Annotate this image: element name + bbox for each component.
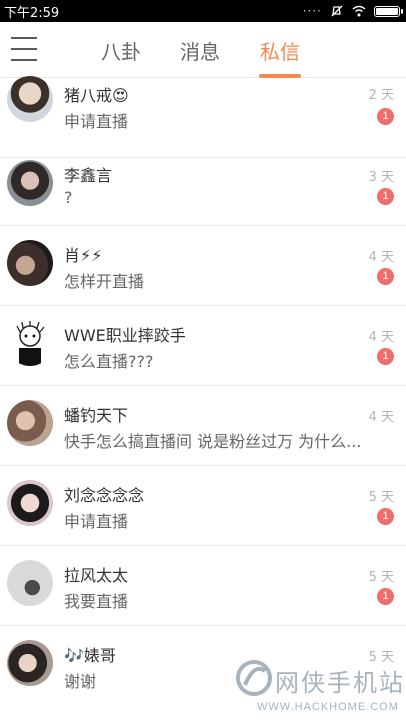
tab-private-messages[interactable]: 私信: [260, 36, 300, 65]
sender-name: 蟠钓天下: [64, 406, 129, 425]
message-preview: 怎样开直播: [64, 272, 145, 291]
list-item[interactable]: WWE职业摔跤手 怎么直播??? 4 天 1: [0, 306, 406, 386]
tab-gossip[interactable]: 八卦: [101, 36, 141, 65]
mute-icon: [331, 5, 343, 17]
signal-dots: ····: [302, 4, 322, 18]
list-item[interactable]: 拉风太太 我要直播 5 天 1: [0, 546, 406, 626]
avatar: [7, 480, 53, 526]
unread-badge: 1: [377, 268, 394, 285]
avatar: [7, 76, 53, 122]
status-icons: ····: [302, 4, 403, 18]
message-time: 5 天: [368, 570, 394, 585]
avatar: [7, 160, 53, 206]
message-preview: 我要直播: [64, 592, 129, 611]
message-time: 4 天: [368, 330, 394, 345]
message-preview: 申请直播: [64, 112, 129, 131]
sender-name: 李鑫言: [64, 166, 113, 185]
sender-name: 猪八戒😍: [64, 86, 129, 105]
message-time: 5 天: [368, 490, 394, 505]
message-preview: 快手怎么搞直播间 说是粉丝过万 为什么...: [64, 432, 362, 451]
message-time: 3 天: [368, 170, 394, 185]
status-bar: 下午2:59 ····: [0, 0, 406, 22]
cartoon-avatar-icon: [16, 321, 45, 366]
avatar: [7, 320, 53, 366]
list-item[interactable]: 李鑫言 ? 3 天 1: [0, 146, 406, 226]
unread-badge: 1: [377, 508, 394, 525]
message-time: 4 天: [368, 410, 394, 425]
unread-badge: 1: [377, 108, 394, 125]
status-time: 下午2:59: [4, 5, 60, 21]
sender-name: 拉风太太: [64, 566, 129, 585]
tab-messages[interactable]: 消息: [180, 36, 220, 65]
list-item[interactable]: 蟠钓天下 快手怎么搞直播间 说是粉丝过万 为什么... 4 天: [0, 386, 406, 466]
message-preview: 怎么直播???: [64, 352, 154, 371]
sender-name: 肖⚡⚡: [64, 246, 103, 265]
list-item[interactable]: 🎶婊哥 谢谢 5 天: [0, 626, 406, 706]
avatar: [7, 640, 53, 686]
top-nav: 八卦 消息 私信: [0, 22, 406, 78]
message-preview: 谢谢: [64, 672, 97, 691]
message-preview: ?: [64, 188, 73, 207]
list-item[interactable]: 刘念念念念 申请直播 5 天 1: [0, 466, 406, 546]
message-time: 5 天: [368, 650, 394, 665]
sender-name: WWE职业摔跤手: [64, 326, 186, 345]
avatar: [7, 240, 53, 286]
menu-icon[interactable]: [11, 37, 37, 61]
wifi-icon: [352, 5, 366, 17]
unread-badge: 1: [377, 188, 394, 205]
message-time: 2 天: [368, 88, 394, 103]
avatar: [7, 560, 53, 606]
unread-badge: 1: [377, 348, 394, 365]
sender-name: 🎶婊哥: [64, 646, 116, 665]
list-item[interactable]: 肖⚡⚡ 怎样开直播 4 天 1: [0, 226, 406, 306]
battery-icon: [374, 5, 403, 17]
sender-name: 刘念念念念: [64, 486, 145, 505]
unread-badge: 1: [377, 588, 394, 605]
avatar: [7, 400, 53, 446]
message-time: 4 天: [368, 250, 394, 265]
message-preview: 申请直播: [64, 512, 129, 531]
